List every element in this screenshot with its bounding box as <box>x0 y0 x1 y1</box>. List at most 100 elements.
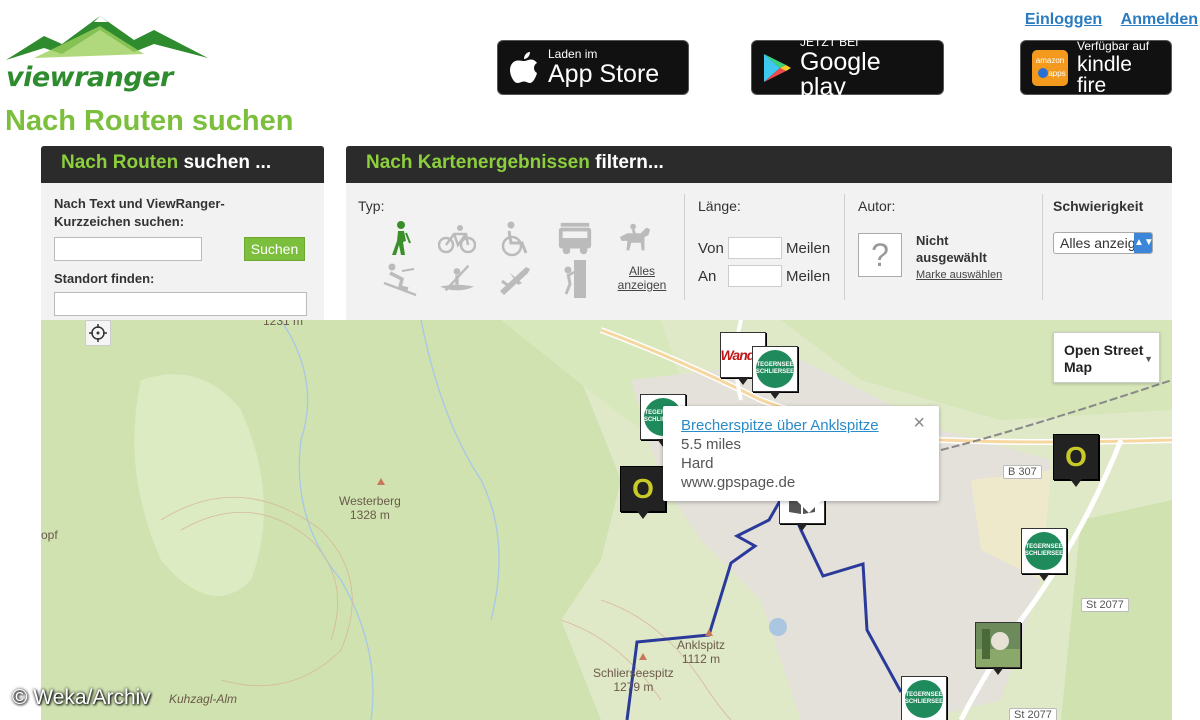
text-search-row: Suchen <box>54 235 311 265</box>
route-popup-distance: 5.5 miles <box>681 436 742 453</box>
route-search-header: Nach Routen suchen ... <box>41 146 324 183</box>
route-marker[interactable] <box>975 622 1021 675</box>
kindle-small: Verfügbar auf <box>1077 38 1150 53</box>
route-search-title-white: suchen ... <box>178 152 272 173</box>
climbing-icon[interactable] <box>556 260 594 298</box>
route-popup-difficulty: Hard <box>681 455 714 472</box>
route-marker[interactable]: TEGERNSEE SCHLIERSEE <box>752 346 798 399</box>
close-icon[interactable]: × <box>913 413 925 433</box>
locate-icon[interactable] <box>85 320 111 346</box>
difficulty-select[interactable]: Alles anzeigen ▲▼ <box>1053 232 1153 254</box>
marker-zero: O <box>1065 441 1087 472</box>
location-label: Standort finden: <box>54 271 155 286</box>
svg-text:apps: apps <box>1048 69 1065 78</box>
app-store-badge[interactable]: Laden im App Store <box>497 40 689 95</box>
auth-links: Einloggen Anmelden <box>1011 11 1198 29</box>
route-marker[interactable]: TEGERNSEE SCHLIERSEE <box>901 676 947 720</box>
amazon-apps-icon: amazon apps <box>1031 49 1069 87</box>
place-label: opf <box>41 528 58 542</box>
place-label: Anklspitz 1112 m <box>677 638 726 667</box>
hiking-icon[interactable] <box>382 220 420 258</box>
route-search-panel: Nach Routen suchen ... Nach Text und Vie… <box>41 146 324 321</box>
apple-icon <box>508 50 540 86</box>
wheelchair-icon[interactable] <box>496 220 534 258</box>
select-brand-link[interactable]: Marke auswählen <box>916 269 1002 281</box>
tegernsee-badge-icon: TEGERNSEE SCHLIERSEE <box>905 680 943 718</box>
author-status: Nicht ausgewählt <box>916 233 987 265</box>
length-to-input[interactable] <box>728 265 782 287</box>
road-label: St 2077 <box>1009 708 1057 720</box>
place-label: 1231 m <box>263 320 304 328</box>
kindle-fire-badge[interactable]: amazon apps Verfügbar auf kindle fire <box>1020 38 1172 97</box>
author-label: Autor: <box>858 198 896 214</box>
route-popup-title-link[interactable]: Brecherspitze über Anklspitze <box>681 417 879 434</box>
popup-tail <box>797 501 821 513</box>
kayaking-icon[interactable] <box>438 260 476 298</box>
location-input[interactable] <box>54 292 307 316</box>
page-title: Nach Routen suchen <box>5 105 294 137</box>
route-popup: Brecherspitze über Anklspitze 5.5 miles … <box>663 406 939 513</box>
login-link[interactable]: Einloggen <box>1025 11 1102 28</box>
vehicle-icon[interactable] <box>556 220 594 258</box>
route-marker[interactable]: TEGERNSEE SCHLIERSEE <box>1021 528 1067 581</box>
watermark: © Weka/Archiv <box>12 686 151 709</box>
map-layer-select[interactable]: Open Street Map ▼ <box>1053 332 1160 383</box>
length-to-row: An Meilen <box>698 265 830 287</box>
place-label: Westerberg 1328 m <box>339 494 401 523</box>
route-marker[interactable]: O <box>620 466 666 519</box>
skiing-icon[interactable] <box>382 260 420 298</box>
filter-divider <box>844 194 845 300</box>
register-link[interactable]: Anmelden <box>1121 11 1198 28</box>
route-popup-source: www.gpspage.de <box>681 474 796 491</box>
tegernsee-badge-icon: TEGERNSEE SCHLIERSEE <box>1025 532 1063 570</box>
route-marker[interactable]: O <box>1053 434 1099 487</box>
map-filter-title-green: Nach Kartenergebnissen <box>366 152 590 173</box>
chevron-down-icon: ▼ <box>1144 354 1153 364</box>
route-map[interactable]: Westerberg 1328 m Anklspitz 1112 m Schlier… <box>41 320 1172 720</box>
google-play-small: JETZT BEI <box>800 34 859 49</box>
svg-text:amazon: amazon <box>1036 56 1064 65</box>
map-filter-panel: Nach Kartenergebnissen filtern... Typ: A… <box>346 146 1172 321</box>
viewranger-logo[interactable]: viewranger <box>4 14 210 93</box>
google-play-big: Google play <box>800 47 881 101</box>
length-from-input[interactable] <box>728 237 782 259</box>
type-label: Typ: <box>358 198 385 214</box>
author-placeholder-icon[interactable]: ? <box>858 233 902 277</box>
road-label: B 307 <box>1003 465 1042 479</box>
tegernsee-badge-icon: TEGERNSEE SCHLIERSEE <box>756 350 794 388</box>
show-all-types-link[interactable]: Alles anzeigen <box>614 264 670 292</box>
mountain-logo-icon <box>6 16 208 60</box>
length-from-row: Von Meilen <box>698 237 830 259</box>
length-from-label: Von <box>698 239 724 257</box>
map-filter-title-white: filtern... <box>589 152 664 173</box>
select-arrows-icon: ▲▼ <box>1134 233 1152 253</box>
filter-divider <box>1042 194 1043 300</box>
google-play-badge[interactable]: JETZT BEI Google play <box>751 36 944 99</box>
page: viewranger Laden im App Store JETZT BEI … <box>0 0 1200 720</box>
place-label: Schlierseespitz 1279 m <box>593 666 674 695</box>
difficulty-label: Schwierigkeit <box>1053 198 1144 214</box>
horse-riding-icon[interactable] <box>616 220 654 258</box>
marker-zero: O <box>632 473 654 504</box>
length-to-label: An <box>698 267 717 285</box>
app-store-big: App Store <box>548 60 660 88</box>
route-search-title-green: Nach Routen <box>61 152 179 173</box>
route-search-body: Nach Text und ViewRanger-Kurzzeichen suc… <box>41 183 324 328</box>
length-label: Länge: <box>698 198 741 214</box>
cycling-icon[interactable] <box>438 220 476 258</box>
google-play-icon <box>762 52 792 84</box>
place-label: Kuhzagl-Alm <box>169 692 238 706</box>
kindle-big: kindle fire <box>1077 52 1132 97</box>
filter-divider <box>684 194 685 300</box>
map-layer-value: Open Street Map <box>1064 342 1144 375</box>
length-to-unit: Meilen <box>786 267 831 285</box>
text-search-input[interactable] <box>54 237 202 261</box>
length-from-unit: Meilen <box>786 239 831 257</box>
photo-thumbnail-icon <box>976 623 1020 667</box>
text-search-label: Nach Text und ViewRanger-Kurzzeichen suc… <box>54 196 225 229</box>
logo-text: viewranger <box>6 62 173 93</box>
map-filter-header: Nach Kartenergebnissen filtern... <box>346 146 1172 183</box>
road-label: St 2077 <box>1081 598 1129 612</box>
search-button[interactable]: Suchen <box>244 237 305 261</box>
flying-icon[interactable] <box>496 260 534 298</box>
